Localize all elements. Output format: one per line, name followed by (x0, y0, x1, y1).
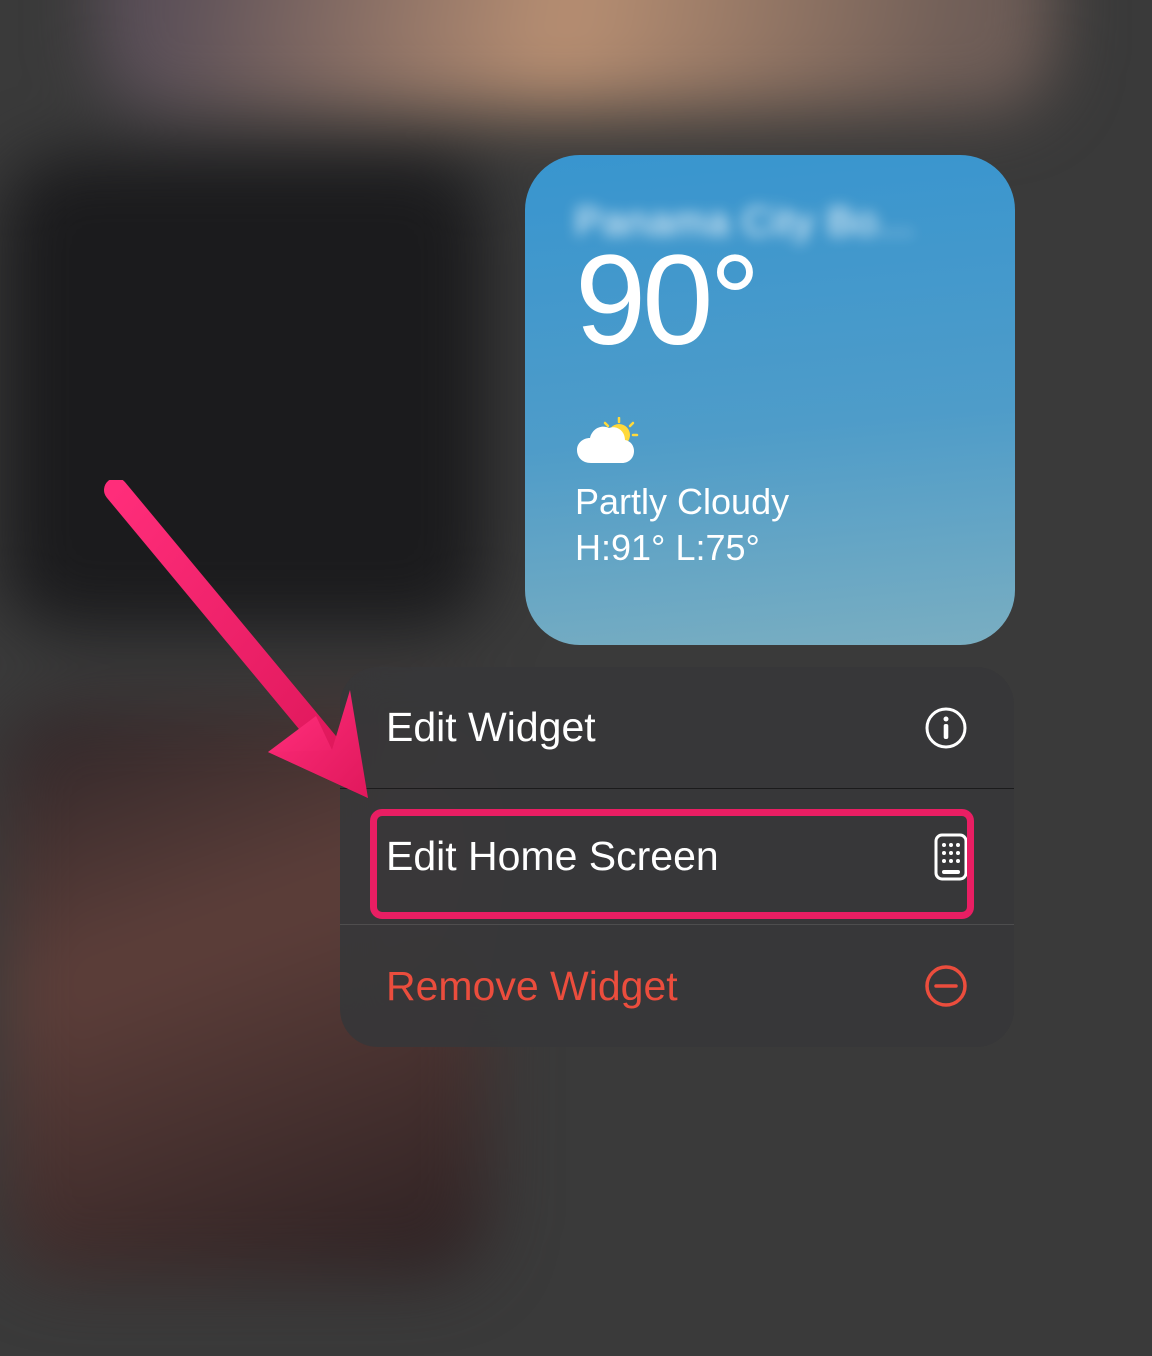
menu-item-label: Remove Widget (386, 963, 678, 1010)
remove-circle-icon (924, 964, 968, 1008)
weather-location: Panama City Bo... (575, 200, 965, 245)
weather-condition: Partly Cloudy (575, 478, 965, 527)
menu-item-edit-home-screen[interactable]: Edit Home Screen (340, 789, 1014, 925)
widget-context-menu: Edit Widget Edit Home Screen (340, 667, 1014, 1047)
menu-item-edit-widget[interactable]: Edit Widget (340, 667, 1014, 789)
menu-item-remove-widget[interactable]: Remove Widget (340, 925, 1014, 1047)
weather-temperature: 90° (575, 237, 965, 365)
menu-item-label: Edit Home Screen (386, 833, 719, 880)
menu-item-label: Edit Widget (386, 704, 596, 751)
partly-cloudy-icon (575, 417, 965, 470)
weather-high-low: H:91° L:75° (575, 527, 965, 569)
weather-widget[interactable]: Panama City Bo... 90° Partly Cloudy H:91… (525, 155, 1015, 645)
edit-homescreen-icon (934, 833, 968, 881)
info-circle-icon (924, 706, 968, 750)
